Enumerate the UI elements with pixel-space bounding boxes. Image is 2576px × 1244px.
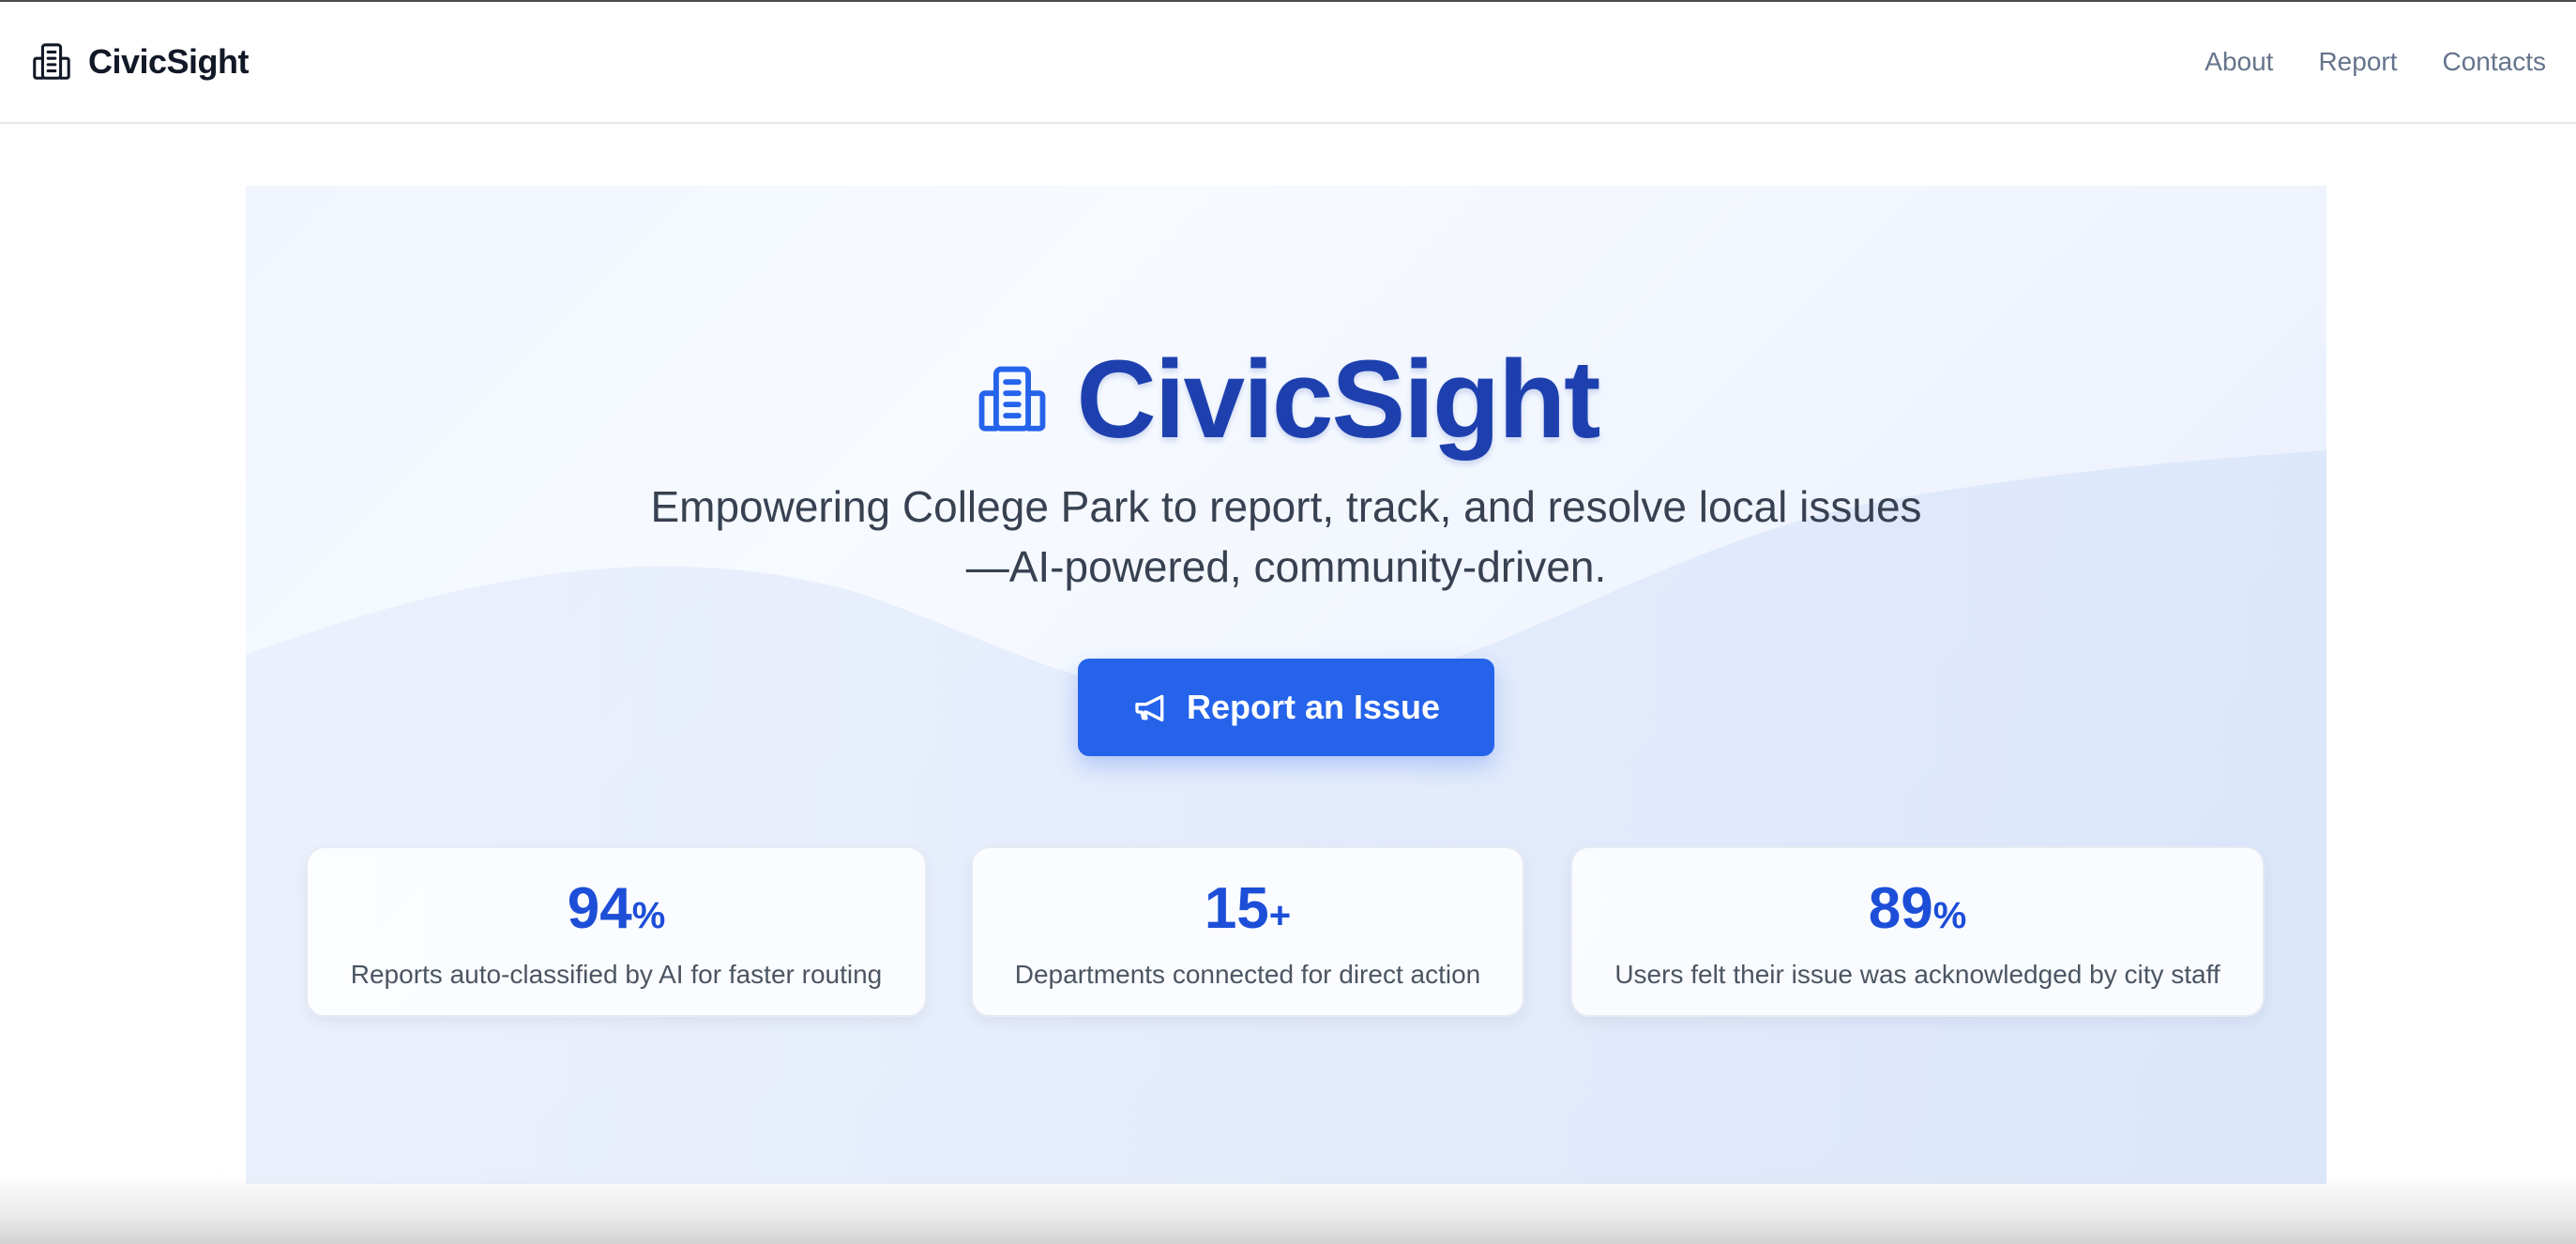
- window-bottom-shadow: [0, 1173, 2576, 1244]
- building-icon: [974, 361, 1051, 438]
- stat-value: 89%: [1868, 876, 1967, 941]
- stat-label: Departments connected for direct action: [1014, 960, 1481, 989]
- nav-link-contacts[interactable]: Contacts: [2443, 47, 2547, 77]
- stat-label: Users felt their issue was acknowledged …: [1614, 960, 2220, 989]
- stat-value: 15+: [1204, 876, 1292, 941]
- stat-card-ai-classified: 94% Reports auto-classified by AI for fa…: [306, 846, 927, 1017]
- nav-links: About Report Contacts: [2205, 47, 2546, 77]
- stat-card-departments: 15+ Departments connected for direct act…: [971, 846, 1524, 1017]
- nav-link-about[interactable]: About: [2205, 47, 2273, 77]
- megaphone-icon: [1132, 689, 1170, 726]
- hero-tagline-line-2: —AI-powered, community-driven.: [965, 542, 1607, 591]
- brand[interactable]: CivicSight: [30, 40, 250, 83]
- hero-title: CivicSight: [1076, 338, 1601, 462]
- hero-tagline: Empowering College Park to report, track…: [246, 477, 2326, 597]
- stat-card-acknowledged: 89% Users felt their issue was acknowled…: [1570, 846, 2265, 1017]
- navbar: CivicSight About Report Contacts: [0, 2, 2576, 124]
- nav-link-report[interactable]: Report: [2318, 47, 2397, 77]
- hero-tagline-line-1: Empowering College Park to report, track…: [650, 482, 1922, 531]
- building-icon: [30, 40, 73, 83]
- hero-title-row: CivicSight: [246, 336, 2326, 463]
- brand-name: CivicSight: [88, 42, 250, 81]
- browser-viewport: CivicSight About Report Contacts CivicSi…: [0, 0, 2576, 1244]
- stat-label: Reports auto-classified by AI for faster…: [350, 960, 883, 989]
- hero-section: CivicSight Empowering College Park to re…: [246, 186, 2326, 1184]
- report-issue-label: Report an Issue: [1186, 688, 1441, 726]
- report-issue-button[interactable]: Report an Issue: [1078, 659, 1494, 756]
- stat-value: 94%: [567, 876, 666, 941]
